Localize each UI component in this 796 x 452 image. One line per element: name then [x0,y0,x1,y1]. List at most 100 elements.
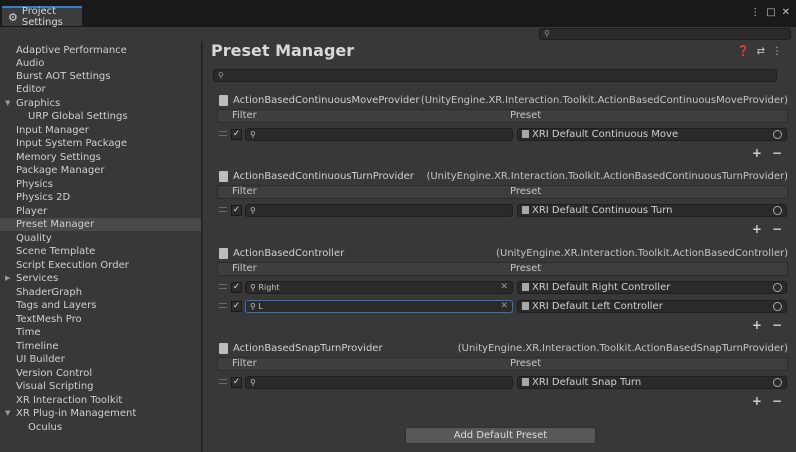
group-type: (UnityEngine.XR.Interaction.Toolkit.Acti… [426,171,788,182]
sidebar-item[interactable]: Adaptive Performance [0,44,201,57]
drag-handle-icon[interactable] [219,207,227,212]
sidebar-item[interactable]: Editor [0,83,201,96]
sidebar-item[interactable]: Player [0,205,201,218]
search-icon: ⚲ [250,302,256,311]
filter-input[interactable]: ⚲ L ✕ [245,300,513,313]
preset-search-input[interactable]: ⚲ [213,69,777,82]
preset-object-field[interactable]: XRI Default Right Controller [517,281,787,294]
group-name: ActionBasedController [233,248,345,259]
preset-column-label: Preset [510,263,542,274]
close-icon[interactable]: ✕ [782,7,790,18]
sidebar-item[interactable]: Input System Package [0,137,201,150]
sidebar-item[interactable]: TextMesh Pro [0,313,201,326]
object-picker-icon[interactable] [773,206,782,215]
window-controls: ⋮ □ ✕ [750,7,790,18]
remove-row-button[interactable]: − [772,318,782,332]
preset-object-field[interactable]: XRI Default Left Controller [517,300,787,313]
collapse-arrow-icon[interactable]: ▶ [5,272,10,285]
preset-asset-icon [522,130,529,138]
add-default-preset-button[interactable]: Add Default Preset [405,427,596,444]
sidebar-item[interactable]: ▼ Graphics [0,97,201,110]
sidebar-item[interactable]: Physics 2D [0,191,201,204]
add-row-button[interactable]: + [752,394,762,408]
gear-icon: ⚙ [8,10,18,24]
settings-search-input[interactable]: ⚲ [539,28,791,40]
preset-object-field[interactable]: XRI Default Continuous Turn [517,204,787,217]
filter-input[interactable]: ⚲ [245,128,513,141]
filter-input[interactable]: ⚲ Right ✕ [245,281,513,294]
sidebar-item-label: Scene Template [16,246,96,257]
window-tab[interactable]: ⚙ Project Settings [2,6,82,28]
more-menu-icon[interactable]: ⋮ [750,7,760,18]
sidebar-item[interactable]: Audio [0,57,201,70]
sidebar-item[interactable]: Oculus [0,421,201,434]
sidebar-item[interactable]: Memory Settings [0,151,201,164]
sidebar-item[interactable]: Scene Template [0,245,201,258]
enable-checkbox[interactable]: ✓ [231,282,242,293]
add-row-button[interactable]: + [752,318,762,332]
enable-checkbox[interactable]: ✓ [231,205,242,216]
sidebar-item-label: XR Interaction Toolkit [16,395,123,406]
sidebar-item[interactable]: ShaderGraph [0,286,201,299]
settings-sliders-icon[interactable]: ⇄ [757,46,765,57]
preset-object-field[interactable]: XRI Default Continuous Move [517,128,787,141]
settings-sidebar: Adaptive Performance Audio Burst AOT Setti… [0,41,202,452]
drag-handle-icon[interactable] [219,284,227,289]
script-icon [219,248,228,259]
sidebar-item[interactable]: ▶ Services [0,272,201,285]
expand-arrow-icon[interactable]: ▼ [5,407,10,420]
preset-asset-icon [522,283,529,291]
object-picker-icon[interactable] [773,378,782,387]
sidebar-item-label: Oculus [28,422,63,433]
sidebar-item[interactable]: Time [0,326,201,339]
sidebar-item[interactable]: Burst AOT Settings [0,70,201,83]
search-icon: ⚲ [250,206,256,215]
remove-row-button[interactable]: − [772,222,782,236]
sidebar-item-label: Timeline [16,341,59,352]
sidebar-item[interactable]: Physics [0,178,201,191]
drag-handle-icon[interactable] [219,303,227,308]
filter-column-label: Filter [232,263,257,274]
sidebar-item[interactable]: XR Interaction Toolkit [0,394,201,407]
sidebar-item-label: Script Execution Order [16,260,129,271]
preset-object-field[interactable]: XRI Default Snap Turn [517,376,787,389]
object-picker-icon[interactable] [773,302,782,311]
expand-arrow-icon[interactable]: ▼ [5,97,10,110]
drag-handle-icon[interactable] [219,379,227,384]
clear-filter-icon[interactable]: ✕ [500,282,508,293]
sidebar-item[interactable]: Quality [0,232,201,245]
sidebar-item[interactable]: UI Builder [0,353,201,366]
help-icon[interactable]: ❓ [737,46,749,57]
add-row-button[interactable]: + [752,222,762,236]
object-picker-icon[interactable] [773,283,782,292]
remove-row-button[interactable]: − [772,394,782,408]
column-header: Filter Preset [217,357,788,371]
filter-input[interactable]: ⚲ [245,204,513,217]
enable-checkbox[interactable]: ✓ [231,301,242,312]
sidebar-item[interactable]: Input Manager [0,124,201,137]
group-header: ActionBasedSnapTurnProvider (UnityEngine.… [213,342,788,356]
sidebar-item[interactable]: Version Control [0,367,201,380]
sidebar-item[interactable]: Timeline [0,340,201,353]
preset-row: ✓ ⚲ L ✕ XRI Default Left Controller [217,297,788,316]
sidebar-item[interactable]: ▼ XR Plug-in Management [0,407,201,420]
clear-filter-icon[interactable]: ✕ [500,301,508,312]
enable-checkbox[interactable]: ✓ [231,377,242,388]
filter-input[interactable]: ⚲ [245,376,513,389]
remove-row-button[interactable]: − [772,146,782,160]
header-icons: ❓ ⇄ ⋮ [737,46,782,57]
drag-handle-icon[interactable] [219,131,227,136]
add-row-button[interactable]: + [752,146,762,160]
preset-column-label: Preset [510,358,542,369]
sidebar-item[interactable]: Preset Manager [0,218,201,231]
object-picker-icon[interactable] [773,130,782,139]
enable-checkbox[interactable]: ✓ [231,129,242,140]
sidebar-item[interactable]: Visual Scripting [0,380,201,393]
sidebar-item[interactable]: Package Manager [0,164,201,177]
sidebar-item[interactable]: URP Global Settings [0,110,201,123]
more-icon[interactable]: ⋮ [772,46,782,57]
maximize-icon[interactable]: □ [766,7,775,18]
sidebar-item[interactable]: Script Execution Order [0,259,201,272]
sidebar-item[interactable]: Tags and Layers [0,299,201,312]
preset-row: ✓ ⚲ XRI Default Snap Turn [217,373,788,392]
